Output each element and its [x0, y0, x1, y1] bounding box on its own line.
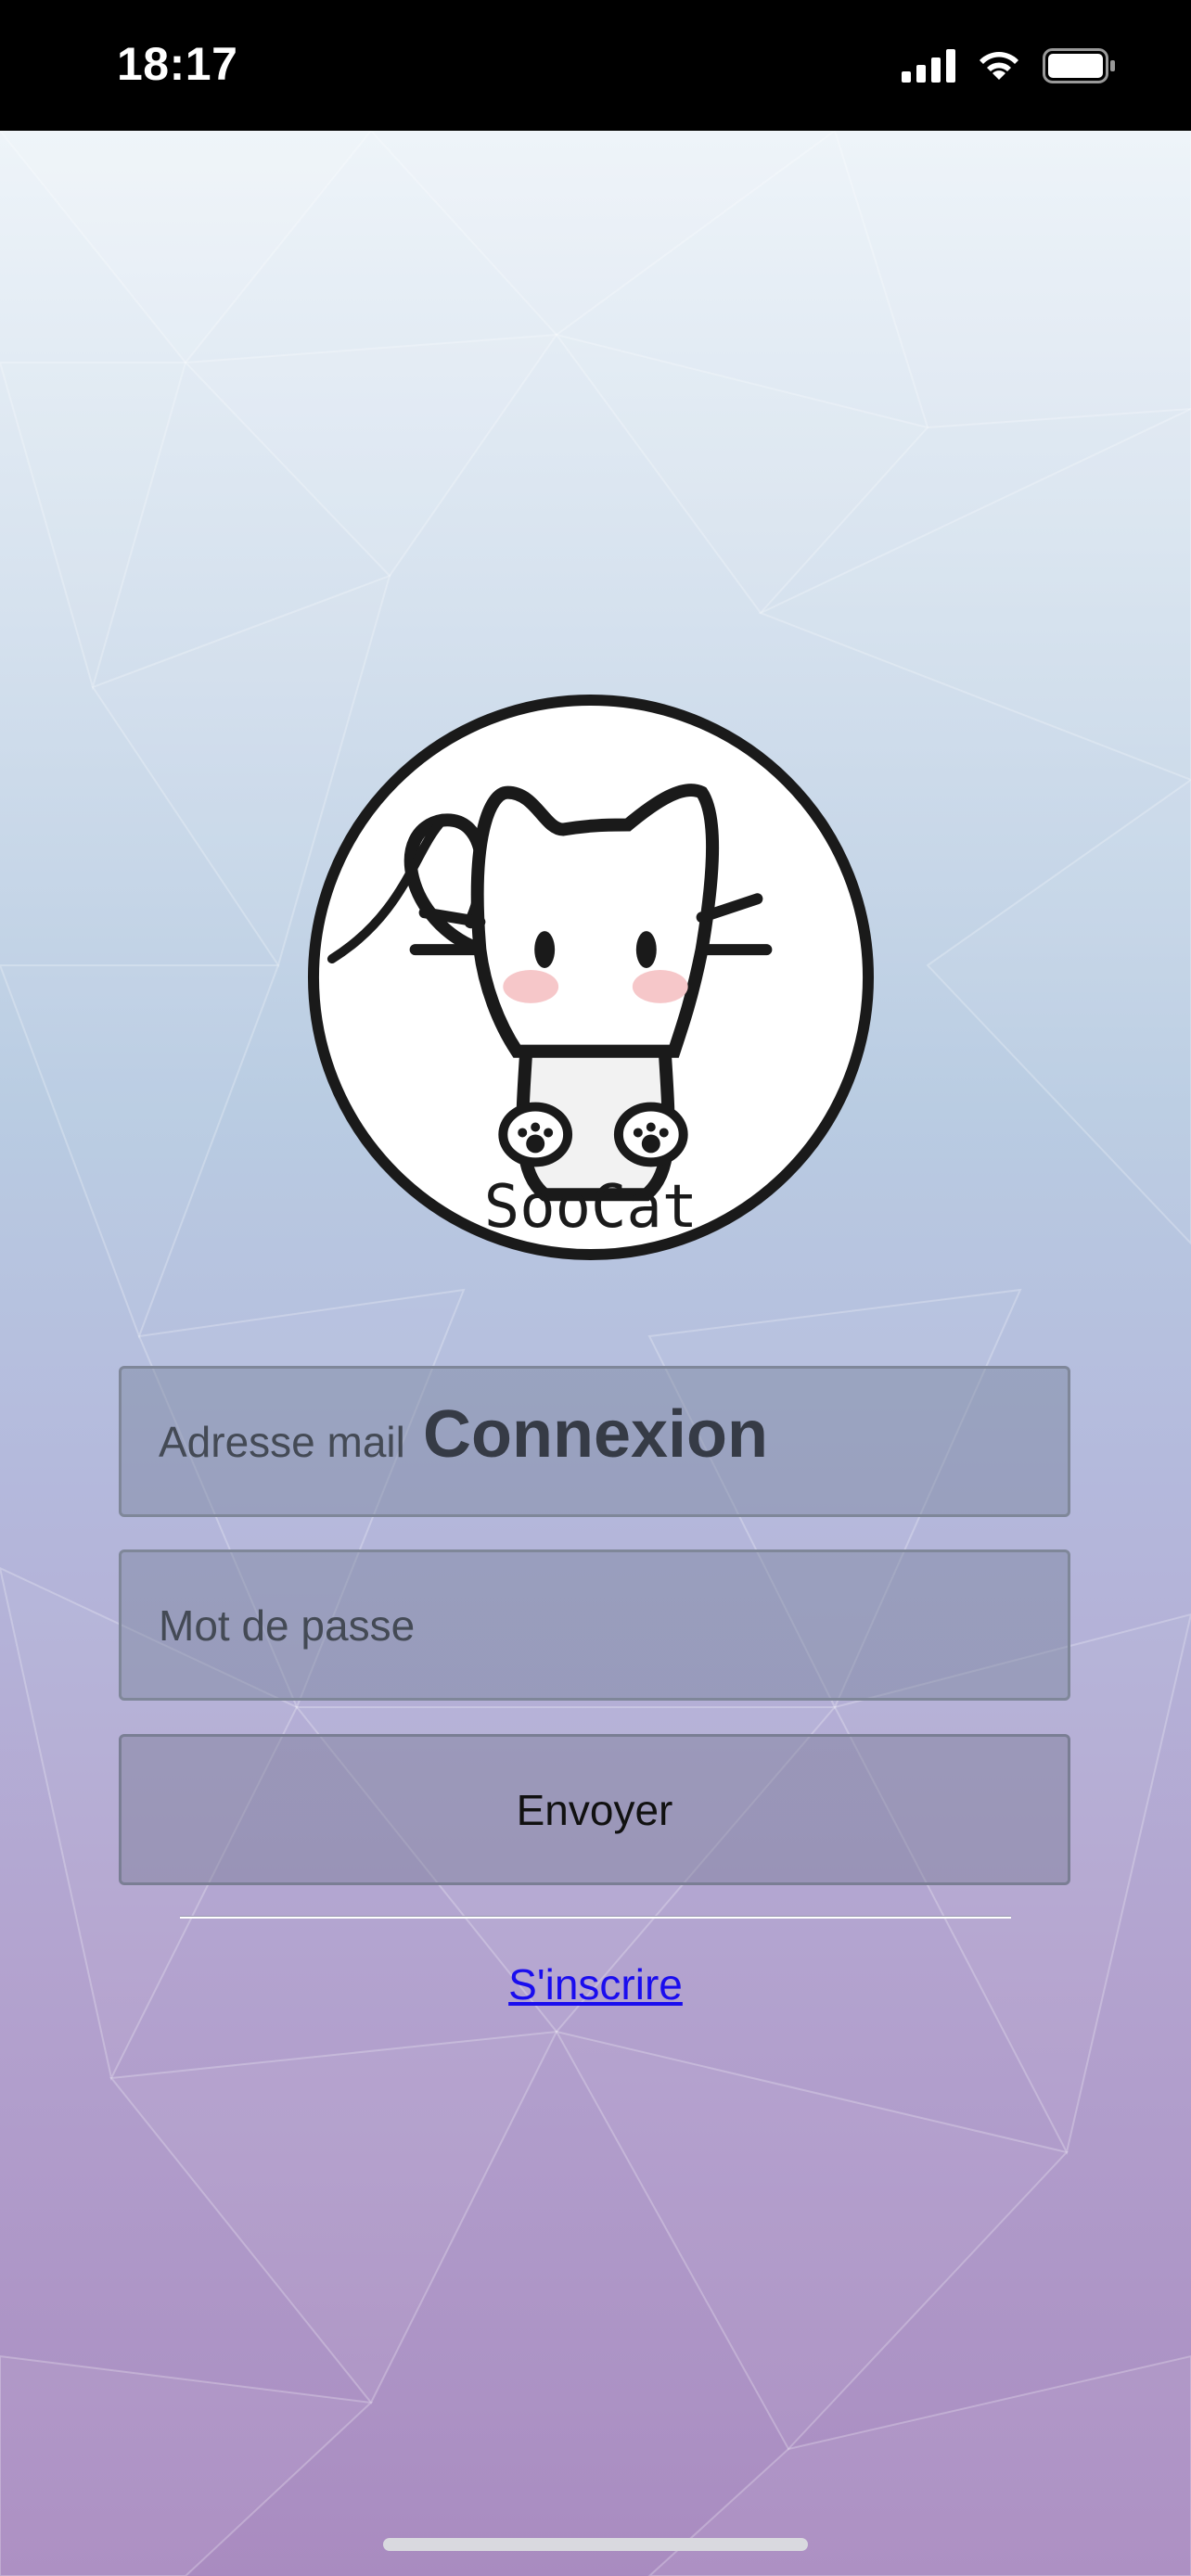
email-field[interactable]	[122, 1369, 1068, 1514]
email-field-container	[119, 1366, 1070, 1517]
soocat-logo: SooCat	[307, 694, 875, 1261]
logo-wordmark: SooCat	[484, 1173, 698, 1242]
divider	[180, 1916, 1011, 1919]
submit-button[interactable]: Envoyer	[119, 1734, 1070, 1885]
status-icons	[902, 48, 1117, 83]
status-time: 18:17	[117, 38, 238, 90]
wifi-icon	[980, 52, 1018, 80]
battery-icon	[1043, 48, 1115, 83]
status-bar: 18:17	[0, 0, 1191, 131]
cellular-signal-icon	[902, 49, 955, 83]
background-pattern	[0, 131, 1191, 2576]
signup-link-container: S'inscrire	[0, 1959, 1191, 2009]
login-screen: SooCat Connexion Envoyer S'inscrire	[0, 131, 1191, 2576]
signup-link[interactable]: S'inscrire	[508, 1960, 683, 2009]
home-indicator	[383, 2538, 808, 2551]
password-field-container	[119, 1549, 1070, 1701]
password-field[interactable]	[122, 1552, 1068, 1698]
